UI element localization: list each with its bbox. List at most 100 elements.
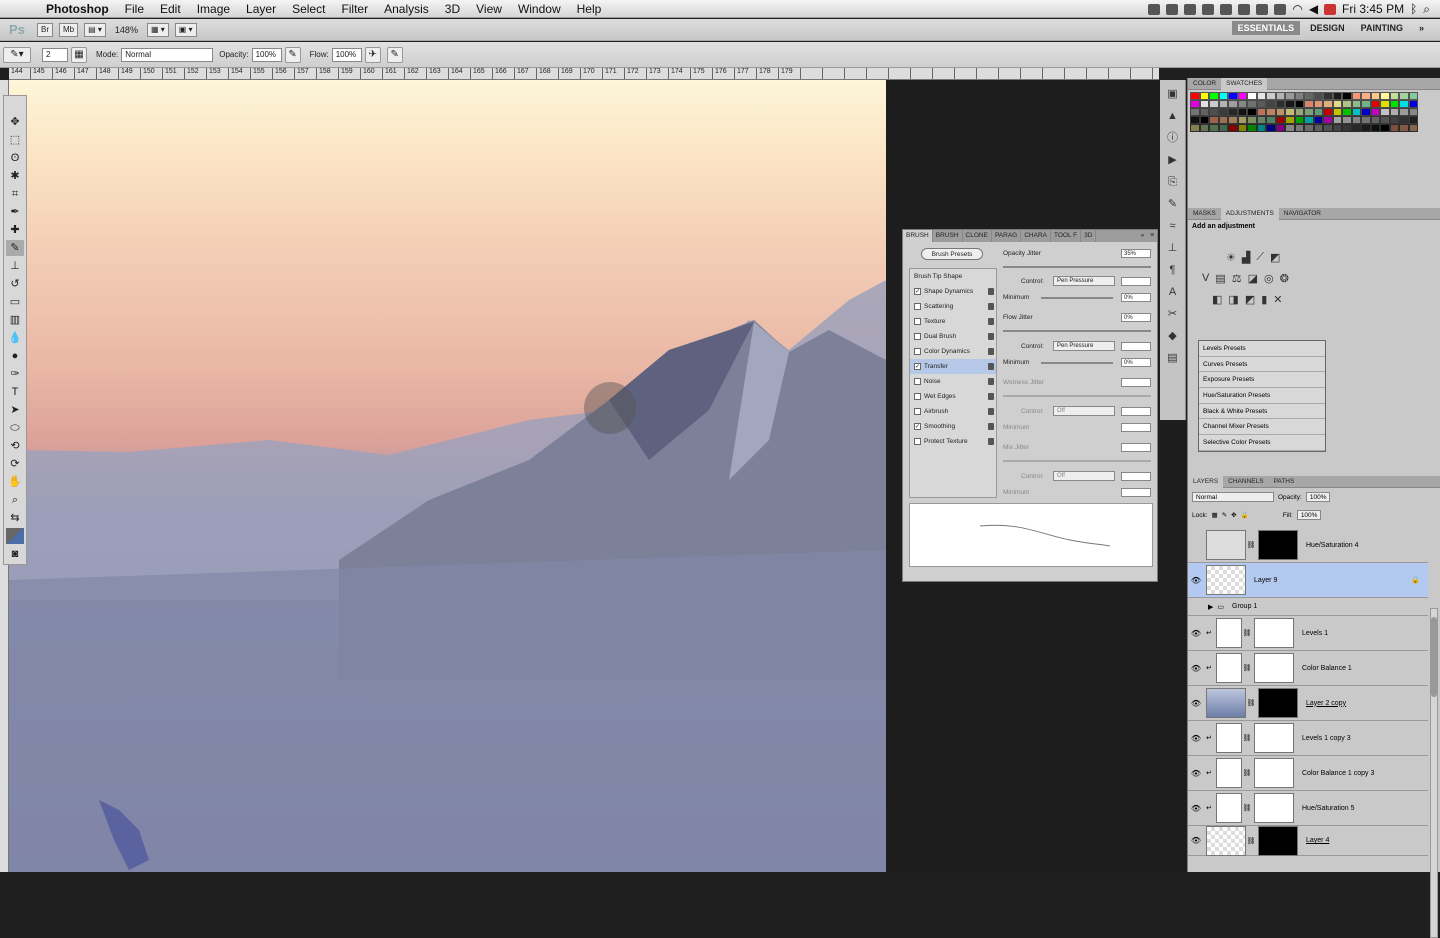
lock-icon[interactable] bbox=[988, 348, 994, 355]
checkbox[interactable] bbox=[914, 333, 921, 340]
swatch[interactable] bbox=[1275, 124, 1285, 132]
layer-name[interactable]: Color Balance 1 copy 3 bbox=[1302, 770, 1374, 777]
swatch[interactable] bbox=[1247, 100, 1257, 108]
swatch[interactable] bbox=[1361, 108, 1371, 116]
swatch[interactable] bbox=[1323, 92, 1333, 100]
swatch[interactable] bbox=[1237, 116, 1247, 124]
swatch[interactable] bbox=[1218, 116, 1228, 124]
opacity-jitter-field[interactable]: 35% bbox=[1121, 249, 1151, 258]
swatch[interactable] bbox=[1199, 124, 1209, 132]
swatch[interactable] bbox=[1332, 108, 1342, 116]
flow-field[interactable]: 100% bbox=[331, 47, 362, 62]
menu-view[interactable]: View bbox=[468, 2, 510, 16]
bridge-button[interactable]: Br bbox=[37, 22, 53, 37]
lock-icon[interactable] bbox=[988, 438, 994, 445]
flag-icon[interactable] bbox=[1324, 3, 1337, 15]
mini-bridge-button[interactable]: Mb bbox=[59, 22, 79, 37]
tab-navigator[interactable]: NAVIGATOR bbox=[1279, 208, 1326, 220]
menu-filter[interactable]: Filter bbox=[333, 2, 376, 16]
mask-thumbnail[interactable] bbox=[1254, 793, 1294, 823]
zoom-level[interactable]: 148% bbox=[115, 25, 138, 35]
photo-filter-icon[interactable]: ◎ bbox=[1264, 272, 1274, 285]
menu-3d[interactable]: 3D bbox=[437, 2, 468, 16]
list-item[interactable]: Channel Mixer Presets bbox=[1199, 419, 1325, 436]
eraser-tool-icon[interactable]: ▭ bbox=[6, 294, 24, 310]
swatch[interactable] bbox=[1323, 116, 1333, 124]
mini-bridge-icon[interactable]: ▣ bbox=[1165, 86, 1181, 102]
layer-name[interactable]: Layer 4 bbox=[1306, 837, 1329, 844]
swatch[interactable] bbox=[1247, 116, 1257, 124]
swatch[interactable] bbox=[1370, 92, 1380, 100]
swatch[interactable] bbox=[1399, 92, 1409, 100]
layer-name[interactable]: Hue/Saturation 4 bbox=[1306, 542, 1359, 549]
swatch[interactable] bbox=[1294, 108, 1304, 116]
swatch[interactable] bbox=[1342, 100, 1352, 108]
gradient-tool-icon[interactable]: ▥ bbox=[6, 312, 24, 328]
swatch[interactable] bbox=[1351, 100, 1361, 108]
history-brush-tool-icon[interactable]: ↺ bbox=[6, 276, 24, 292]
tab-brush-presets[interactable]: BRUSH bbox=[933, 230, 963, 242]
workspace-painting[interactable]: PAINTING bbox=[1355, 21, 1409, 35]
list-item[interactable]: Texture bbox=[910, 314, 996, 329]
value-field[interactable] bbox=[1121, 443, 1151, 452]
swatch[interactable] bbox=[1256, 108, 1266, 116]
blur-tool-icon[interactable]: 💧 bbox=[6, 330, 24, 346]
swatch[interactable] bbox=[1313, 124, 1323, 132]
eye-icon[interactable]: 👁 bbox=[1188, 699, 1204, 708]
checkbox[interactable]: ✓ bbox=[914, 363, 921, 370]
view-extras-button[interactable]: ▤ ▾ bbox=[84, 22, 106, 37]
list-item[interactable]: Hue/Saturation Presets bbox=[1199, 388, 1325, 404]
swatch[interactable] bbox=[1218, 92, 1228, 100]
status-icon[interactable] bbox=[1184, 3, 1197, 15]
tab-swatches[interactable]: SWATCHES bbox=[1221, 77, 1268, 90]
spotlight-search-icon[interactable]: ⌕ bbox=[1423, 2, 1430, 17]
swatch[interactable] bbox=[1228, 100, 1238, 108]
swatch[interactable] bbox=[1228, 116, 1238, 124]
link-icon[interactable]: ⛓ bbox=[1246, 699, 1256, 707]
eye-icon[interactable]: 👁 bbox=[1188, 804, 1204, 813]
black-white-icon[interactable]: ◪ bbox=[1248, 272, 1258, 285]
list-item[interactable]: Black & White Presets bbox=[1199, 404, 1325, 420]
swatch[interactable] bbox=[1266, 92, 1276, 100]
lock-all-icon[interactable]: 🔒 bbox=[1241, 511, 1249, 519]
swatch[interactable] bbox=[1380, 92, 1390, 100]
swatch[interactable] bbox=[1218, 108, 1228, 116]
shape-tool-icon[interactable]: ⬭ bbox=[6, 420, 24, 436]
swatch[interactable] bbox=[1285, 100, 1295, 108]
animation-icon[interactable]: ▶ bbox=[1165, 152, 1181, 168]
swatch[interactable] bbox=[1304, 124, 1314, 132]
swatch[interactable] bbox=[1361, 116, 1371, 124]
brush-tool-icon[interactable]: ✎ bbox=[6, 240, 24, 256]
swatch[interactable] bbox=[1351, 108, 1361, 116]
layer-name[interactable]: Hue/Saturation 5 bbox=[1302, 805, 1355, 812]
checkbox[interactable] bbox=[914, 303, 921, 310]
vibrance-icon[interactable]: V bbox=[1202, 272, 1209, 285]
list-item[interactable]: Protect Texture bbox=[910, 434, 996, 449]
gradient-map-icon[interactable]: ▮ bbox=[1261, 293, 1267, 306]
brush-presets-button[interactable]: Brush Presets bbox=[921, 248, 983, 260]
swatch-grid[interactable] bbox=[1190, 92, 1425, 132]
lock-icon[interactable] bbox=[988, 318, 994, 325]
list-item[interactable]: Scattering bbox=[910, 299, 996, 314]
pen-tool-icon[interactable]: ✑ bbox=[6, 366, 24, 382]
levels-icon[interactable]: ▟ bbox=[1242, 251, 1250, 264]
swatch[interactable] bbox=[1323, 100, 1333, 108]
swatch[interactable] bbox=[1209, 100, 1219, 108]
blend-mode-select[interactable]: Normal bbox=[1192, 492, 1274, 502]
tab-channels[interactable]: CHANNELS bbox=[1223, 476, 1268, 488]
quick-mask-icon[interactable]: ◙ bbox=[6, 546, 24, 562]
channel-mixer-icon[interactable]: ❂ bbox=[1280, 272, 1289, 285]
clone-source-icon[interactable]: ⊥ bbox=[1165, 240, 1181, 256]
value-field[interactable] bbox=[1121, 407, 1151, 416]
swatch[interactable] bbox=[1332, 92, 1342, 100]
3d-icon[interactable]: ◆ bbox=[1165, 328, 1181, 344]
crop-tool-icon[interactable]: ⌗ bbox=[6, 186, 24, 202]
swap-colors-icon[interactable]: ⇆ bbox=[6, 510, 24, 526]
tab-paths[interactable]: PATHS bbox=[1269, 476, 1300, 488]
mask-thumbnail[interactable] bbox=[1258, 530, 1298, 560]
tool-presets-icon[interactable]: ✂ bbox=[1165, 306, 1181, 322]
minimum-slider[interactable] bbox=[1041, 297, 1113, 299]
menu-file[interactable]: File bbox=[117, 2, 152, 16]
swatch[interactable] bbox=[1370, 124, 1380, 132]
swatch[interactable] bbox=[1380, 116, 1390, 124]
